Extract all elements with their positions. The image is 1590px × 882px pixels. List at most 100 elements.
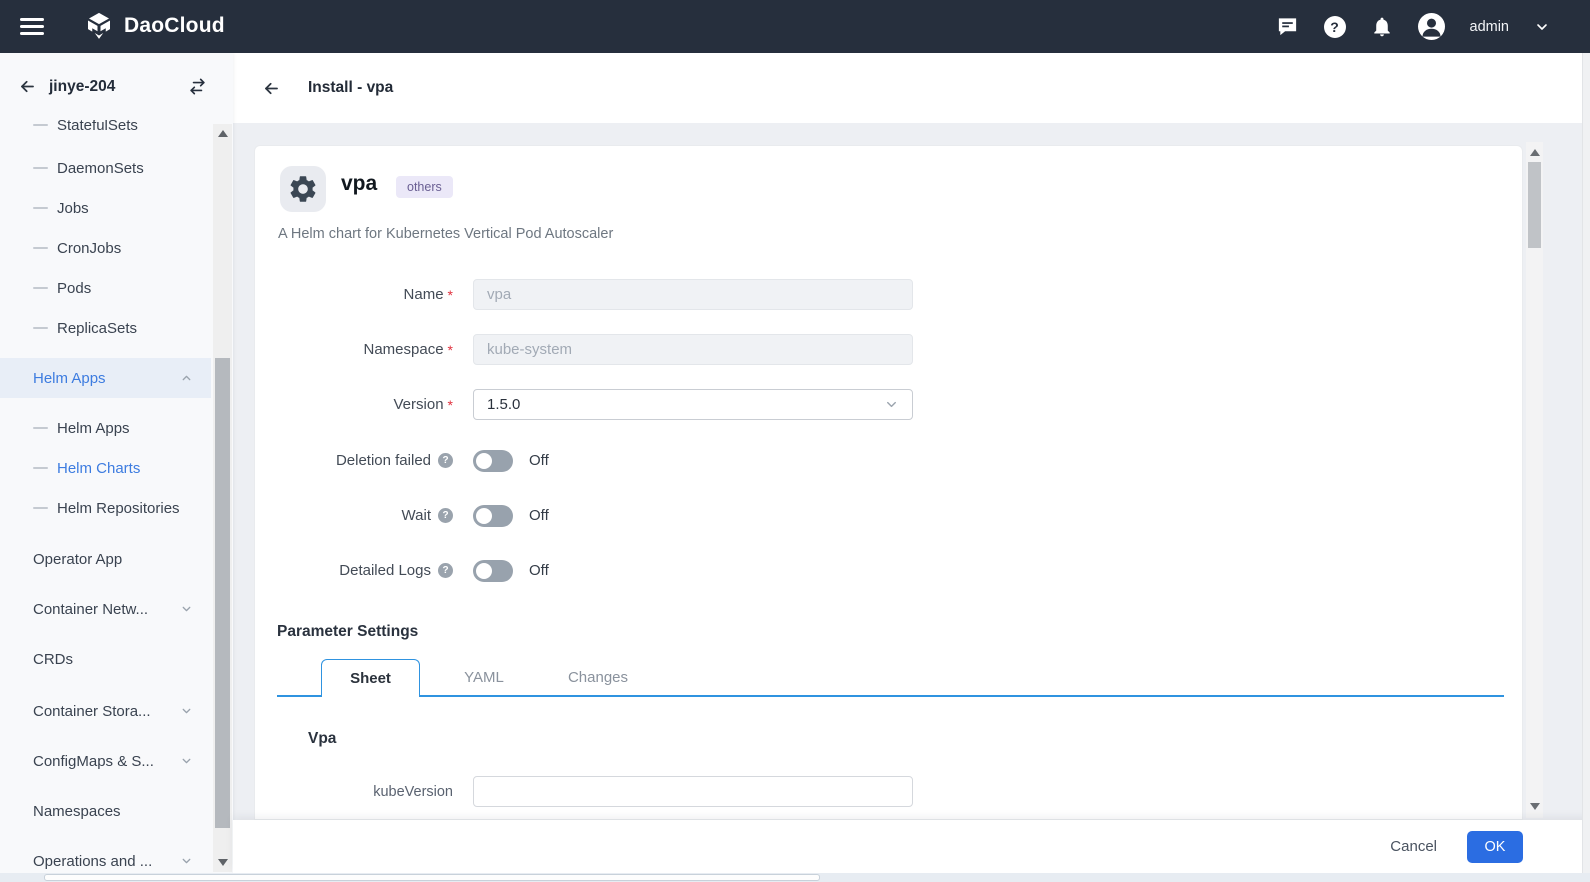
help-circle-icon: ? [438,563,453,578]
cancel-button[interactable]: Cancel [1390,838,1437,855]
sidebar-scrollbar[interactable] [213,124,232,872]
sidebar-item-helm-repositories[interactable]: Helm Repositories [0,488,211,528]
page-horizontal-scrollbar[interactable] [0,873,1590,882]
detailed-logs-row: Detailed Logs? Off [277,555,1457,586]
hamburger-menu-icon[interactable] [20,18,44,35]
scroll-down-arrow[interactable] [218,859,228,866]
sidebar-item-daemonsets[interactable]: DaemonSets [0,148,211,188]
sidebar-item-cronjobs[interactable]: CronJobs [0,228,211,268]
sidebar-item-helm-apps[interactable]: Helm Apps [0,408,211,448]
kubeversion-row: kubeVersion [277,776,1457,807]
user-name[interactable]: admin [1470,19,1510,35]
logo[interactable]: DaoCloud [84,11,225,41]
namespace-row: Namespace [277,334,1457,365]
app-name: vpa [341,172,377,196]
sidebar-item-helm-charts[interactable]: Helm Charts [0,448,211,488]
name-input [473,279,913,310]
page-back-icon[interactable] [262,79,281,98]
sidebar-item-operator-app[interactable]: Operator App [0,539,211,579]
sidebar-item-jobs[interactable]: Jobs [0,188,211,228]
content-scrollbar-thumb[interactable] [1528,162,1541,248]
dash-icon [33,287,48,289]
detailed-logs-label: Detailed Logs [339,562,431,579]
sidebar-item-configmaps-secrets[interactable]: ConfigMaps & S... [0,741,211,781]
gear-icon [287,173,319,205]
page-horizontal-scrollbar-thumb[interactable] [44,874,820,881]
version-row: Version 1.5.0 [277,389,1457,420]
scroll-up-arrow[interactable] [218,130,228,137]
version-label: Version [277,396,453,413]
cluster-title: jinye-204 [49,78,115,96]
form-footer: Cancel OK [233,820,1590,873]
page-title: Install - vpa [308,79,393,97]
page-header: Install - vpa [233,53,1590,123]
help-circle-icon: ? [438,508,453,523]
cluster-back-icon[interactable] [18,77,37,96]
tab-yaml[interactable]: YAML [434,659,534,696]
sidebar-item-pods[interactable]: Pods [0,268,211,308]
tab-changes[interactable]: Changes [548,659,648,696]
select-chevron-down-icon [884,397,899,412]
version-select-value: 1.5.0 [487,396,520,413]
tab-sheet[interactable]: Sheet [321,659,420,697]
name-label: Name [277,286,453,303]
topbar: DaoCloud ? admin [0,0,1590,53]
dash-icon [33,467,48,469]
kubeversion-input[interactable] [473,776,913,807]
avatar[interactable] [1418,13,1445,40]
wait-row: Wait? Off [277,500,1457,531]
wait-toggle[interactable] [473,505,513,527]
kubeversion-label: kubeVersion [277,784,453,800]
chevron-down-icon [180,603,193,616]
bell-icon[interactable] [1371,16,1393,38]
deletion-failed-state: Off [529,452,549,469]
sidebar: jinye-204 StatefulSets DaemonSets Jobs C… [0,53,233,882]
dash-icon [33,124,48,126]
sidebar-item-crds[interactable]: CRDs [0,639,211,679]
wait-state: Off [529,507,549,524]
user-chevron-down-icon[interactable] [1534,19,1550,35]
dash-icon [33,327,48,329]
logo-text: DaoCloud [124,14,225,38]
dash-icon [33,167,48,169]
detailed-logs-toggle[interactable] [473,560,513,582]
version-select[interactable]: 1.5.0 [473,389,913,420]
scroll-down-arrow[interactable] [1530,803,1540,810]
sidebar-item-namespaces[interactable]: Namespaces [0,791,211,831]
scroll-up-arrow[interactable] [1530,149,1540,156]
sidebar-item-container-storage[interactable]: Container Stora... [0,691,211,731]
sidebar-item-statefulsets[interactable]: StatefulSets [0,120,211,148]
ok-button[interactable]: OK [1467,831,1523,863]
message-icon[interactable] [1276,15,1299,38]
deletion-failed-toggle[interactable] [473,450,513,472]
install-form-card: vpa others A Helm chart for Kubernetes V… [254,145,1523,820]
sidebar-scrollbar-thumb[interactable] [215,358,230,828]
app-category-badge: others [396,176,453,198]
parameter-tabs: Sheet YAML Changes [277,659,1504,697]
sidebar-nav: StatefulSets DaemonSets Jobs CronJobs Po… [0,120,213,882]
dash-icon [33,207,48,209]
dash-icon [33,427,48,429]
page-vertical-scrollbar[interactable] [1582,53,1590,882]
name-row: Name [277,279,1457,310]
sidebar-header: jinye-204 [0,53,233,120]
dash-icon [33,247,48,249]
daocloud-logo-icon [84,11,114,41]
wait-label: Wait [402,507,431,524]
dash-icon [33,507,48,509]
help-circle-icon: ? [438,453,453,468]
detailed-logs-state: Off [529,562,549,579]
switch-cluster-icon[interactable] [188,77,207,96]
parameter-settings-title: Parameter Settings [277,623,418,641]
app-description: A Helm chart for Kubernetes Vertical Pod… [278,226,613,242]
namespace-input [473,334,913,365]
namespace-label: Namespace [277,341,453,358]
content-scrollbar[interactable] [1526,142,1543,818]
sidebar-item-replicasets[interactable]: ReplicaSets [0,308,211,348]
sidebar-group-helm-apps[interactable]: Helm Apps [0,358,211,398]
app-icon-tile [280,166,326,212]
deletion-failed-row: Deletion failed? Off [277,445,1457,476]
vpa-section-title: Vpa [308,730,336,748]
help-icon[interactable]: ? [1324,16,1346,38]
sidebar-item-container-network[interactable]: Container Netw... [0,589,211,629]
